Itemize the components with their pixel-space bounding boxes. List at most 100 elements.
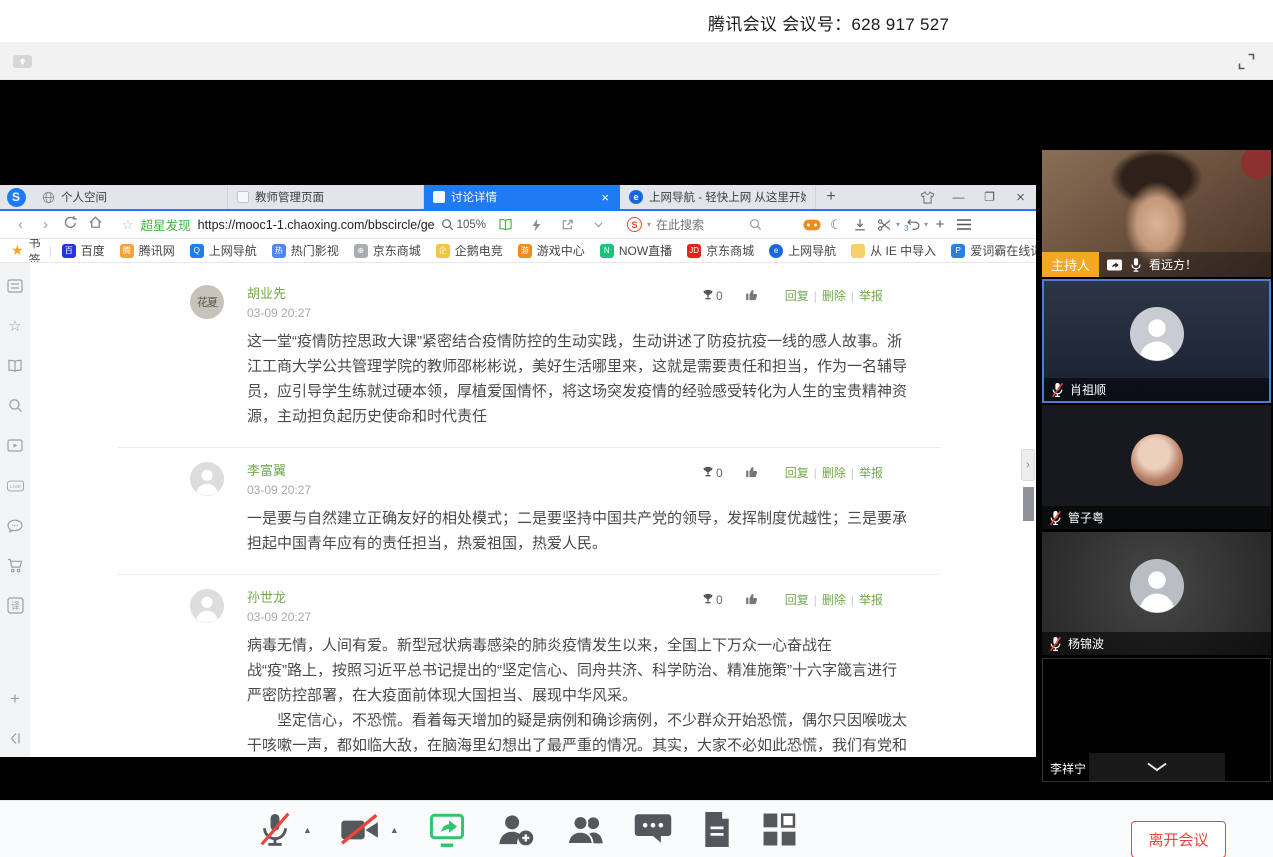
award-button[interactable]: 0 xyxy=(702,289,723,303)
download-icon[interactable] xyxy=(848,218,872,232)
chat-icon xyxy=(633,811,673,848)
feed-icon[interactable] xyxy=(7,277,24,294)
translate-icon[interactable]: 译 xyxy=(7,597,24,614)
menu-icon[interactable] xyxy=(952,219,976,230)
participant-tile[interactable]: 李祥宁 xyxy=(1042,658,1271,782)
bookmark-tencent[interactable]: 腾腾讯网 xyxy=(120,242,175,259)
cart-icon[interactable] xyxy=(7,557,24,574)
scrollbar-thumb[interactable] xyxy=(1023,487,1034,521)
fullscreen-icon[interactable] xyxy=(1237,52,1256,71)
bookmarks-label[interactable]: 书签 xyxy=(29,239,41,263)
bookmark-jd[interactable]: JD京东商城 xyxy=(687,242,754,259)
bookmark-navigation-e[interactable]: e上网导航 xyxy=(769,242,836,259)
chat-side-icon[interactable] xyxy=(7,517,24,534)
collapse-sidebar-icon[interactable] xyxy=(7,730,24,747)
participants-button[interactable] xyxy=(564,810,606,850)
bookmark-navigation[interactable]: Q上网导航 xyxy=(190,242,257,259)
close-icon[interactable]: × xyxy=(1005,185,1036,209)
chat-button[interactable] xyxy=(633,811,673,848)
tab-personal-space[interactable]: 个人空间 xyxy=(32,185,228,209)
tab-close-icon[interactable]: × xyxy=(599,190,611,205)
tab-discussion-detail[interactable]: 讨论详情 × xyxy=(424,185,620,209)
bookmark-movies[interactable]: 热热门影视 xyxy=(272,242,339,259)
bookmark-now-live[interactable]: NNOW直播 xyxy=(600,242,672,259)
search-engine-caret-icon[interactable]: ▾ xyxy=(647,220,651,229)
refresh-button[interactable] xyxy=(58,215,83,234)
bookmark-ie-import[interactable]: 从 IE 中导入 xyxy=(851,242,936,259)
delete-link[interactable]: 删除 xyxy=(822,464,846,481)
favorites-star-icon[interactable]: ☆ xyxy=(7,317,24,334)
delete-link[interactable]: 删除 xyxy=(822,287,846,304)
award-button[interactable]: 0 xyxy=(702,466,723,480)
screenshot-scissors-icon[interactable] xyxy=(872,218,896,232)
chevron-down-icon[interactable] xyxy=(586,222,610,228)
tab-navigation[interactable]: e 上网导航 - 轻快上网 从这里开始 xyxy=(620,185,816,209)
participant-tile[interactable]: 肖祖顺 xyxy=(1042,279,1271,403)
live-icon[interactable]: LIVE xyxy=(7,477,24,494)
participant-name: 杨锦波 xyxy=(1068,635,1104,652)
camera-off-icon[interactable] xyxy=(339,812,381,848)
report-link[interactable]: 举报 xyxy=(859,464,883,481)
participant-tile[interactable]: 管子粤 xyxy=(1042,405,1271,529)
panel-expander-button[interactable]: › xyxy=(1021,449,1035,481)
reply-link[interactable]: 回复 xyxy=(785,464,809,481)
bookmark-game-center[interactable]: 游游戏中心 xyxy=(518,242,585,259)
home-button[interactable] xyxy=(83,215,108,234)
report-link[interactable]: 举报 xyxy=(859,287,883,304)
minimize-icon[interactable]: — xyxy=(943,185,974,209)
game-center-icon[interactable] xyxy=(800,219,824,231)
favorite-star-icon[interactable]: ☆ xyxy=(122,217,134,233)
like-button[interactable] xyxy=(745,465,759,481)
night-mode-icon[interactable]: ☾ xyxy=(824,217,848,233)
bookmark-iciba[interactable]: P爱词霸在线词典 xyxy=(951,242,1036,259)
collapse-videos-button[interactable] xyxy=(1089,753,1225,781)
url-text[interactable]: https://mooc1-1.chaoxing.com/bbscircle/g… xyxy=(198,218,434,232)
participant-tile[interactable]: 杨锦波 xyxy=(1042,532,1271,655)
delete-link[interactable]: 删除 xyxy=(822,591,846,608)
like-button[interactable] xyxy=(745,288,759,304)
mic-options-caret[interactable]: ▲ xyxy=(303,825,312,835)
reply-link[interactable]: 回复 xyxy=(785,287,809,304)
browser-logo-icon[interactable]: S xyxy=(0,185,32,209)
avatar xyxy=(190,462,224,496)
forward-button[interactable]: › xyxy=(33,216,58,233)
search-input[interactable] xyxy=(656,218,744,232)
tab-teacher-admin[interactable]: 教师管理页面 xyxy=(228,185,424,209)
add-toolbar-icon[interactable]: + xyxy=(928,216,952,233)
video-panel-icon[interactable] xyxy=(7,437,24,454)
zoom-control[interactable]: 105% xyxy=(441,218,486,231)
bookmark-baidu[interactable]: 百百度 xyxy=(62,242,105,259)
post-body: 这一堂“疫情防控思政大课”紧密结合疫情防控的生动实践，生动讲述了防疫抗疫一线的感… xyxy=(247,329,909,429)
award-button[interactable]: 0 xyxy=(702,593,723,607)
site-verified-label[interactable]: 超星发现 xyxy=(141,215,191,234)
new-tab-button[interactable]: + xyxy=(816,185,846,209)
share-page-icon[interactable] xyxy=(555,218,579,231)
like-button[interactable] xyxy=(745,592,759,608)
bookmark-penguin-esports[interactable]: 企企鹅电竞 xyxy=(436,242,503,259)
trophy-icon xyxy=(702,289,714,302)
reading-book-icon[interactable] xyxy=(7,357,24,374)
flash-icon[interactable] xyxy=(524,218,548,232)
restore-tabs-icon[interactable]: 3 xyxy=(900,218,924,231)
search-side-icon[interactable] xyxy=(7,397,24,414)
bookmark-jd-mall[interactable]: ⊕京东商城 xyxy=(354,242,421,259)
skin-icon[interactable] xyxy=(912,185,943,209)
search-box[interactable]: S ▾ xyxy=(622,214,790,235)
report-link[interactable]: 举报 xyxy=(859,591,883,608)
docs-button[interactable] xyxy=(700,810,734,849)
mic-muted-icon[interactable] xyxy=(256,809,294,850)
invite-button[interactable] xyxy=(495,810,537,850)
browser-side-strip: ☆ LIVE 译 + xyxy=(0,263,30,757)
back-button[interactable]: ‹ xyxy=(8,216,33,233)
address-bar[interactable]: ☆ 超星发现 https://mooc1-1.chaoxing.com/bbsc… xyxy=(116,214,616,236)
reply-link[interactable]: 回复 xyxy=(785,591,809,608)
maximize-icon[interactable]: ❐ xyxy=(974,185,1005,209)
layout-button[interactable] xyxy=(761,811,798,848)
reading-mode-icon[interactable] xyxy=(493,218,517,231)
camera-options-caret[interactable]: ▲ xyxy=(390,825,399,835)
share-screen-button[interactable] xyxy=(426,810,468,850)
add-sidebar-icon[interactable]: + xyxy=(7,690,24,707)
host-video-tile[interactable]: 主持人 看远方！ xyxy=(1042,150,1271,277)
leave-meeting-button[interactable]: 离开会议 xyxy=(1131,821,1226,857)
search-icon[interactable] xyxy=(749,218,762,231)
